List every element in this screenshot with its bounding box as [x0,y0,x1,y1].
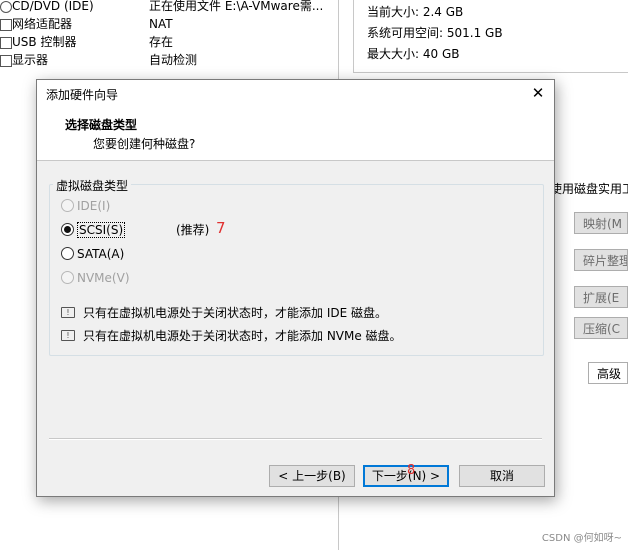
step-title: 选择磁盘类型 [65,118,138,132]
radio-nvme-button[interactable] [61,271,74,284]
radio-nvme-label: NVMe(V) [77,271,130,285]
disk-info-border [353,0,354,72]
radio-scsi-label-text: SCSI(S) [77,222,126,238]
free-space-text: 系统可用空间: 501.1 GB [367,26,503,40]
compact-button[interactable]: 压缩(C [574,317,628,339]
disk-info-bottom-border [353,72,628,73]
close-icon[interactable]: ✕ [528,83,548,103]
radio-sata-label: SATA(A) [77,247,125,261]
device-row-cddvd[interactable]: CD/DVD (IDE) 正在使用文件 E:\A-VMware需... [0,0,323,15]
utilities-label: 使用磁盘实用工 [550,182,628,196]
step-subtitle: 您要创建何种磁盘? [93,137,196,151]
defrag-button[interactable]: 碎片整理 [574,249,628,271]
recommended-label: (推荐) [176,223,210,237]
map-button[interactable]: 映射(M [574,212,628,234]
radio-sata-button[interactable] [61,247,74,260]
usb-icon [0,36,12,49]
advanced-button[interactable]: 高级 [588,362,628,384]
annotation-8: 8 [407,463,416,478]
ide-note-text: 只有在虚拟机电源处于关闭状态时，才能添加 IDE 磁盘。 [83,306,387,320]
cancel-button[interactable]: 取消 [459,465,545,487]
next-button[interactable]: 下一步(N) > [363,465,449,487]
cd-icon [0,0,12,13]
nvme-note-text: 只有在虚拟机电源处于关闭状态时，才能添加 NVMe 磁盘。 [83,329,402,343]
wizard-header: 选择磁盘类型 您要创建何种磁盘? [37,106,554,161]
radio-selected-dot [64,226,71,233]
network-icon [0,18,12,31]
back-button[interactable]: < 上一步(B) [269,465,355,487]
radio-ide-label: IDE(I) [77,199,111,213]
radio-ide-button[interactable] [61,199,74,212]
annotation-7: 7 [216,219,226,237]
device-row-network[interactable]: 网络适配器 NAT [0,15,173,33]
device-row-usb[interactable]: USB 控制器 存在 [0,33,173,51]
expand-button[interactable]: 扩展(E [574,286,628,308]
disk-type-group-label: 虚拟磁盘类型 [53,177,132,194]
max-size-text: 最大大小: 40 GB [367,47,460,61]
monitor-icon [0,54,12,67]
next-button-label: 下一步(N) > [371,469,441,483]
add-hardware-wizard-dialog: 添加硬件向导 ✕ 选择磁盘类型 您要创建何种磁盘? 虚拟磁盘类型 IDE(I) … [36,79,555,497]
info-icon: ! [61,330,75,341]
dialog-title: 添加硬件向导 [46,88,119,102]
footer-separator [49,438,542,440]
radio-scsi-button[interactable] [61,223,74,236]
current-size-text: 当前大小: 2.4 GB [367,5,464,19]
radio-scsi-label: SCSI(S) [77,221,126,239]
info-icon: ! [61,307,75,318]
device-row-display[interactable]: 显示器 自动检测 [0,51,197,69]
dialog-titlebar[interactable]: 添加硬件向导 ✕ [37,80,554,106]
watermark: CSDN @何如呀~ [541,533,622,544]
